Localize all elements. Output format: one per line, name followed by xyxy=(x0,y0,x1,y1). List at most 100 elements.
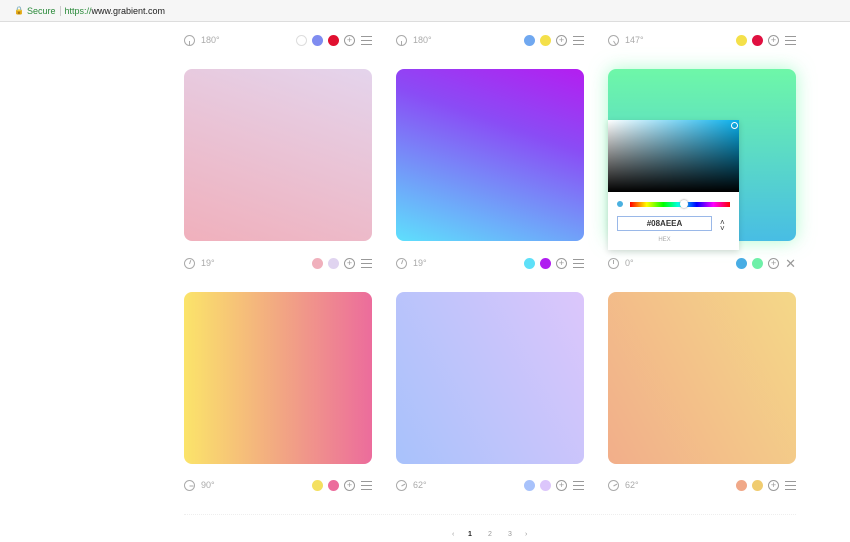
slider-line xyxy=(361,258,372,260)
slider-line xyxy=(785,484,796,486)
saturation-handle[interactable] xyxy=(731,122,738,129)
close-icon[interactable]: ✕ xyxy=(785,257,796,270)
color-stop-swatch[interactable] xyxy=(328,479,339,491)
settings-sliders-icon[interactable] xyxy=(785,35,796,45)
color-stop-swatch[interactable] xyxy=(312,479,323,491)
format-toggle-icon[interactable]: ˄ ˅ xyxy=(720,219,725,233)
color-stop-swatch[interactable] xyxy=(524,34,535,46)
gradient-card[interactable] xyxy=(184,69,372,241)
dial-needle xyxy=(401,40,402,45)
slider-line xyxy=(573,488,584,490)
angle-dial-icon[interactable] xyxy=(184,479,195,491)
slider-line xyxy=(361,488,372,490)
angle-label: 19° xyxy=(413,258,427,268)
angle-dial-icon[interactable] xyxy=(608,479,619,491)
color-stop-swatch[interactable] xyxy=(736,34,747,46)
angle-dial-icon[interactable] xyxy=(608,34,619,46)
gradient-card[interactable] xyxy=(184,292,372,464)
settings-sliders-icon[interactable] xyxy=(361,35,372,45)
angle-dial-icon[interactable] xyxy=(184,257,195,269)
angle-label: 62° xyxy=(625,480,639,490)
add-color-icon[interactable]: + xyxy=(344,479,355,491)
next-page-button[interactable]: › xyxy=(525,531,527,538)
slider-line xyxy=(573,258,584,260)
add-color-icon[interactable]: + xyxy=(768,257,780,269)
color-stop-swatch[interactable] xyxy=(736,257,748,269)
slider-line xyxy=(573,484,584,486)
slider-line xyxy=(361,262,372,264)
color-stop-swatch[interactable] xyxy=(540,257,551,269)
gradient-meta-row: 90° + xyxy=(184,477,372,493)
settings-sliders-icon[interactable] xyxy=(573,480,584,490)
dial-needle xyxy=(189,485,194,486)
dial-needle xyxy=(189,259,192,264)
angle-label: 19° xyxy=(201,258,215,268)
settings-sliders-icon[interactable] xyxy=(361,480,372,490)
slider-line xyxy=(361,35,372,37)
hex-input[interactable]: #08AEEA xyxy=(617,216,712,231)
color-stop-swatch[interactable] xyxy=(736,479,747,491)
angle-dial-icon[interactable] xyxy=(608,257,619,269)
add-color-icon[interactable]: + xyxy=(556,479,567,491)
slider-line xyxy=(361,484,372,486)
add-color-icon[interactable]: + xyxy=(344,34,355,46)
color-stop-swatch[interactable] xyxy=(524,257,535,269)
divider xyxy=(184,514,796,515)
add-color-icon[interactable]: + xyxy=(768,34,779,46)
color-stop-swatch[interactable] xyxy=(296,34,307,46)
hue-handle[interactable] xyxy=(680,200,688,208)
dial-needle xyxy=(189,40,190,45)
settings-sliders-icon[interactable] xyxy=(573,35,584,45)
slider-line xyxy=(785,43,796,45)
color-stop-swatch[interactable] xyxy=(328,34,339,46)
slider-line xyxy=(361,480,372,482)
secure-label: Secure xyxy=(26,5,56,16)
settings-sliders-icon[interactable] xyxy=(361,258,372,268)
dial-needle xyxy=(613,483,618,486)
angle-label: 180° xyxy=(201,35,220,45)
gradient-card[interactable] xyxy=(396,69,584,241)
saturation-area[interactable] xyxy=(608,120,739,192)
add-color-icon[interactable]: + xyxy=(344,257,355,269)
gradient-card[interactable] xyxy=(396,292,584,464)
angle-label: 147° xyxy=(625,35,644,45)
color-stop-swatch[interactable] xyxy=(328,257,339,269)
add-color-icon[interactable]: + xyxy=(556,257,567,269)
slider-line xyxy=(785,488,796,490)
page-1[interactable]: 1 xyxy=(468,531,472,538)
color-stop-swatch[interactable] xyxy=(524,479,535,491)
add-color-icon[interactable]: + xyxy=(768,479,779,491)
color-picker: #08AEEA ˄ ˅ HEX xyxy=(608,120,739,250)
color-stop-swatch[interactable] xyxy=(540,479,551,491)
lock-icon: 🔒 xyxy=(14,6,24,15)
settings-sliders-icon[interactable] xyxy=(573,258,584,268)
slider-line xyxy=(785,35,796,37)
gradient-card[interactable] xyxy=(608,292,796,464)
prev-page-button[interactable]: ‹ xyxy=(452,531,454,538)
slider-line xyxy=(573,480,584,482)
color-stop-swatch[interactable] xyxy=(540,34,551,46)
page-3[interactable]: 3 xyxy=(508,531,512,538)
color-stop-swatch[interactable] xyxy=(752,479,763,491)
angle-dial-icon[interactable] xyxy=(396,34,407,46)
color-stop-swatch[interactable] xyxy=(312,34,323,46)
angle-dial-icon[interactable] xyxy=(396,257,407,269)
page-2[interactable]: 2 xyxy=(488,531,492,538)
angle-label: 62° xyxy=(413,480,427,490)
color-stop-swatch[interactable] xyxy=(752,257,764,269)
address-bar[interactable]: 🔒 Secure https:// www.grabient.com xyxy=(0,0,850,22)
add-color-icon[interactable]: + xyxy=(556,34,567,46)
angle-dial-icon[interactable] xyxy=(184,34,195,46)
slider-line xyxy=(785,39,796,41)
color-stop-swatch[interactable] xyxy=(752,34,763,46)
slider-line xyxy=(573,266,584,268)
gradient-meta-row: 0° + ✕ xyxy=(608,255,796,271)
color-stop-swatch[interactable] xyxy=(312,257,323,269)
angle-dial-icon[interactable] xyxy=(396,479,407,491)
dial-needle xyxy=(613,40,617,45)
dial-needle xyxy=(401,483,406,486)
slider-line xyxy=(361,39,372,41)
slider-line xyxy=(573,39,584,41)
angle-label: 90° xyxy=(201,480,215,490)
settings-sliders-icon[interactable] xyxy=(785,480,796,490)
